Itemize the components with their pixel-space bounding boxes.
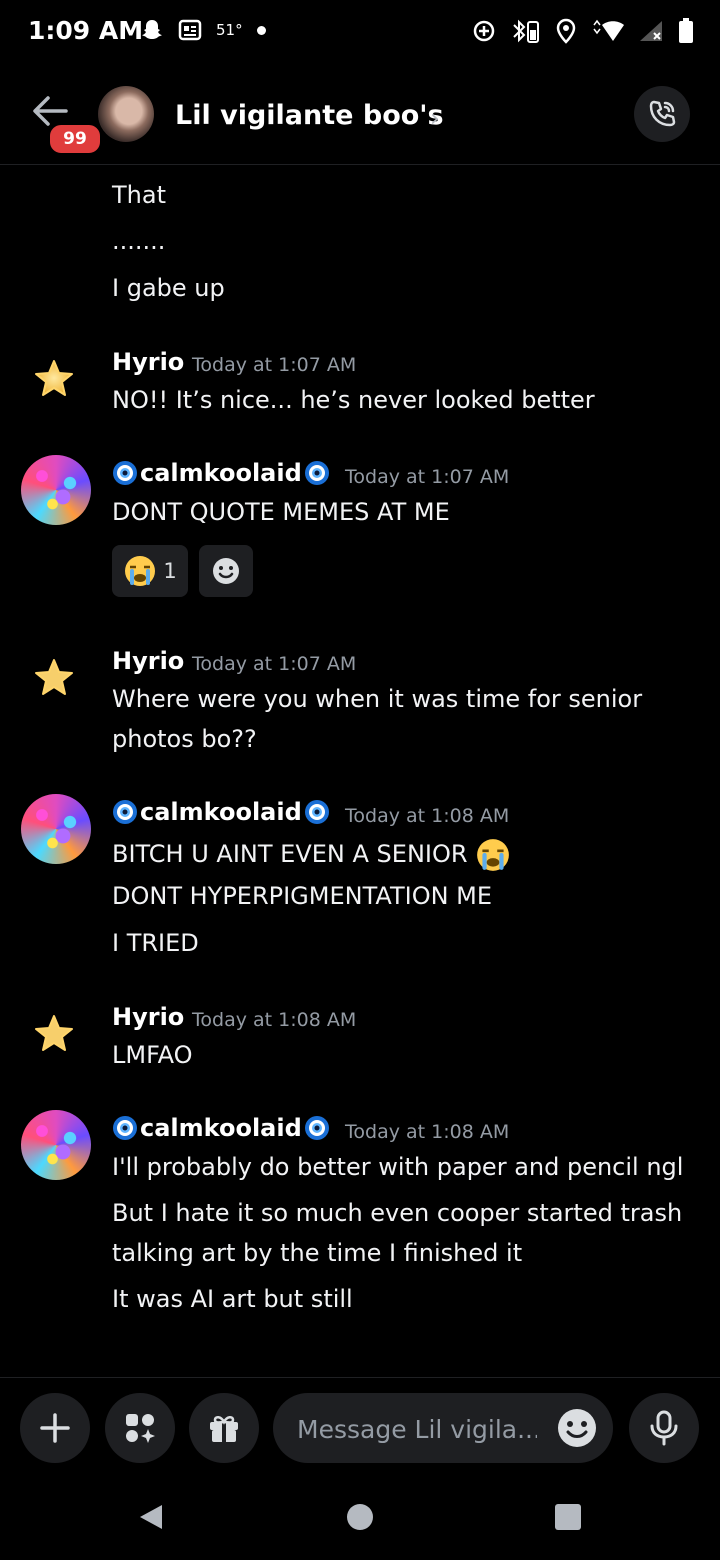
wifi-icon [590, 19, 624, 43]
nav-back-button[interactable] [133, 1499, 169, 1535]
star-avatar[interactable] [32, 1012, 76, 1056]
loudly-crying-emoji-icon [477, 839, 510, 871]
user-avatar[interactable] [21, 794, 91, 864]
message-text: Where were you when it was time for seni… [112, 685, 643, 713]
plus-icon [40, 1413, 70, 1443]
system-nav-bar [0, 1473, 720, 1560]
square-recents-icon [555, 1504, 581, 1530]
loudly-crying-emoji-icon [125, 556, 156, 586]
message-timestamp: Today at 1:07 AM [192, 354, 357, 376]
message-text: LMFAO [112, 1041, 193, 1069]
notification-dot [256, 25, 266, 35]
channel-avatar[interactable] [98, 86, 154, 142]
star-avatar[interactable] [32, 656, 76, 700]
message-author[interactable]: calmkoolaid [112, 459, 330, 487]
triangle-back-icon [140, 1505, 162, 1529]
message-input-container[interactable] [273, 1393, 613, 1465]
nazar-eye-icon [113, 461, 137, 485]
emoji-picker-icon[interactable] [557, 1408, 597, 1448]
microphone-icon [650, 1410, 678, 1446]
circle-home-icon [347, 1504, 373, 1530]
gift-button[interactable] [189, 1393, 259, 1463]
nazar-eye-icon [113, 1116, 137, 1140]
gift-icon [210, 1416, 238, 1442]
message-input[interactable] [295, 1393, 539, 1465]
nav-home-button[interactable] [342, 1499, 378, 1535]
message-text: But I hate it so much even cooper starte… [112, 1199, 683, 1227]
call-button[interactable] [634, 86, 690, 142]
smiley-add-reaction-icon [213, 558, 239, 584]
message-text: I gabe up [112, 274, 225, 302]
phone-icon [649, 100, 676, 127]
reaction-crying[interactable]: 1 [112, 545, 188, 597]
author-name[interactable]: calmkoolaid [140, 459, 302, 487]
message-timestamp: Today at 1:08 AM [345, 805, 510, 827]
message-text: talking art by the time I finished it [112, 1239, 523, 1267]
status-bar: 1:09 AM 51° [0, 0, 720, 66]
channel-header: 99 Lil vigilante boo's › [0, 80, 720, 165]
channel-title[interactable]: Lil vigilante boo's [175, 100, 444, 131]
message-timestamp: Today at 1:07 AM [192, 653, 357, 675]
message-timestamp: Today at 1:07 AM [345, 466, 510, 488]
chevron-right-icon[interactable]: › [430, 104, 440, 132]
nazar-eye-icon [304, 800, 329, 824]
star-avatar[interactable] [32, 357, 76, 401]
voice-message-button[interactable] [629, 1393, 699, 1463]
message-text: I'll probably do better with paper and p… [112, 1153, 684, 1181]
apps-icon [126, 1414, 155, 1443]
message-text-span: BITCH U AINT EVEN A SENIOR [112, 840, 468, 868]
bluetooth-battery-icon [510, 18, 542, 44]
apps-button[interactable] [105, 1393, 175, 1463]
message-timestamp: Today at 1:08 AM [345, 1121, 510, 1143]
author-name[interactable]: calmkoolaid [140, 1114, 302, 1142]
message-text: ....... [112, 227, 166, 255]
message-text: NO!! It’s nice... he’s never looked bett… [112, 386, 595, 414]
message-author[interactable]: calmkoolaid [112, 798, 330, 826]
data-saver-icon [472, 19, 496, 43]
news-icon [178, 19, 202, 41]
message-author[interactable]: calmkoolaid [112, 1114, 330, 1142]
message-composer [0, 1377, 720, 1474]
snapchat-icon [140, 18, 164, 42]
message-text: photos bo?? [112, 725, 257, 753]
author-name[interactable]: calmkoolaid [140, 798, 302, 826]
status-time: 1:09 AM [28, 16, 144, 45]
unread-badge: 99 [47, 122, 103, 156]
nazar-eye-icon [113, 800, 137, 824]
signal-icon [638, 19, 664, 43]
message-text: It was AI art but still [112, 1285, 353, 1313]
nazar-eye-icon [304, 461, 329, 485]
message-text: That [112, 181, 166, 209]
message-author[interactable]: Hyrio [112, 1003, 184, 1031]
message-text: BITCH U AINT EVEN A SENIOR [112, 837, 511, 873]
add-attachment-button[interactable] [20, 1393, 90, 1463]
message-text: I TRIED [112, 929, 199, 957]
message-author[interactable]: Hyrio [112, 348, 184, 376]
message-text: DONT QUOTE MEMES AT ME [112, 498, 450, 526]
reaction-count: 1 [163, 559, 177, 583]
temperature: 51° [216, 21, 243, 39]
user-avatar[interactable] [21, 455, 91, 525]
message-timestamp: Today at 1:08 AM [192, 1009, 357, 1031]
user-avatar[interactable] [21, 1110, 91, 1180]
location-icon [556, 18, 576, 44]
battery-icon [678, 18, 694, 44]
nazar-eye-icon [304, 1116, 329, 1140]
message-text: DONT HYPERPIGMENTATION ME [112, 882, 493, 910]
nav-recents-button[interactable] [550, 1499, 586, 1535]
message-author[interactable]: Hyrio [112, 647, 184, 675]
add-reaction-button[interactable] [199, 545, 253, 597]
